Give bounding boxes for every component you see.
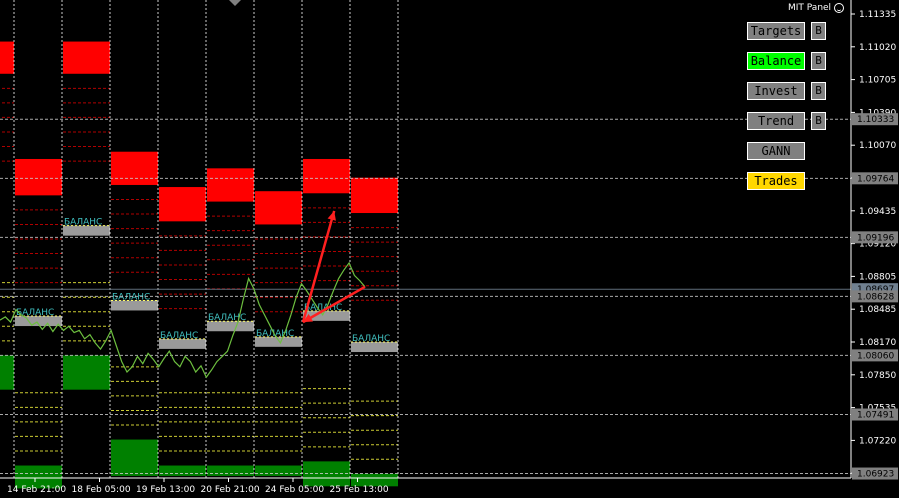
price-axis-label: 1.10705 bbox=[859, 76, 896, 86]
red-zone-box bbox=[111, 151, 158, 185]
panel-button-trend[interactable]: Trend bbox=[747, 112, 805, 130]
price-axis-label: 1.10070 bbox=[859, 141, 896, 151]
top-marker-icon bbox=[229, 0, 241, 6]
time-axis-label: 25 Feb 13:00 bbox=[330, 485, 389, 495]
time-axis-label: 18 Feb 05:00 bbox=[72, 485, 131, 495]
green-zone-box bbox=[63, 355, 110, 390]
panel-button-trades[interactable]: Trades bbox=[747, 172, 805, 190]
balance-label: БАЛАНС bbox=[112, 292, 150, 302]
price-axis-label: 1.09435 bbox=[859, 207, 896, 217]
time-axis-label: 20 Feb 21:00 bbox=[201, 485, 260, 495]
price-tag-label: 1.09764 bbox=[857, 174, 894, 184]
green-zone-box bbox=[0, 355, 14, 390]
red-zone-box bbox=[0, 41, 14, 74]
price-chart[interactable]: БАЛАНС БАЛАНС БАЛАНС БАЛАНС БАЛАНС БАЛАНС БАЛА… bbox=[0, 0, 899, 498]
smiley-icon[interactable] bbox=[834, 3, 845, 13]
panel-button-gann[interactable]: GANN bbox=[747, 142, 805, 160]
balance-label: БАЛАНС bbox=[208, 313, 246, 323]
red-zone-box bbox=[159, 187, 206, 222]
price-tag-label: 1.08060 bbox=[857, 351, 894, 361]
panel-button-balance[interactable]: Balance bbox=[747, 52, 805, 70]
panel-side-button-targets[interactable]: B bbox=[811, 22, 826, 40]
panel-side-button-trend[interactable]: B bbox=[811, 112, 826, 130]
balance-label: БАЛАНС bbox=[352, 334, 390, 344]
green-zone-box bbox=[207, 465, 254, 476]
price-axis-label: 1.08170 bbox=[859, 338, 896, 348]
price-axis-label: 1.07220 bbox=[859, 436, 896, 446]
price-axis-label: 1.08485 bbox=[859, 305, 896, 315]
price-tag-label: 1.09196 bbox=[857, 233, 894, 243]
balance-label: БАЛАНС bbox=[64, 218, 102, 228]
red-zone-box bbox=[207, 168, 254, 202]
price-axis-label: 1.08805 bbox=[859, 272, 896, 282]
price-tag-label: 1.08628 bbox=[857, 292, 894, 302]
balance-label: БАЛАНС bbox=[16, 308, 54, 318]
panel-button-targets[interactable]: Targets bbox=[747, 22, 805, 40]
red-zone-box bbox=[351, 177, 398, 214]
red-zone-box bbox=[15, 158, 62, 196]
red-zone-box bbox=[63, 41, 110, 74]
green-zone-box bbox=[111, 439, 158, 476]
panel-title-text: MIT Panel bbox=[788, 3, 832, 13]
balance-label: БАЛАНС bbox=[256, 329, 294, 339]
panel-side-button-balance[interactable]: B bbox=[811, 52, 826, 70]
price-axis-label: 1.11335 bbox=[859, 10, 896, 20]
green-zone-box bbox=[159, 465, 206, 476]
mit-panel-title: MIT Panel bbox=[788, 3, 845, 13]
balance-label: БАЛАНС bbox=[160, 331, 198, 341]
time-axis-label: 24 Feb 05:00 bbox=[265, 485, 324, 495]
price-tag-label: 1.07491 bbox=[857, 411, 894, 421]
price-axis-label: 1.11020 bbox=[859, 43, 896, 53]
red-zone-box bbox=[303, 158, 350, 194]
price-tag-label: 1.10333 bbox=[857, 115, 894, 125]
time-axis-label: 19 Feb 13:00 bbox=[136, 485, 195, 495]
time-axis-label: 14 Feb 21:00 bbox=[7, 485, 66, 495]
green-zone-box bbox=[255, 465, 302, 476]
panel-button-invest[interactable]: Invest bbox=[747, 82, 805, 100]
price-axis-label: 1.07850 bbox=[859, 371, 896, 381]
red-zone-box bbox=[255, 191, 302, 225]
panel-side-button-invest[interactable]: B bbox=[811, 82, 826, 100]
price-tag-label: 1.06923 bbox=[857, 470, 894, 480]
